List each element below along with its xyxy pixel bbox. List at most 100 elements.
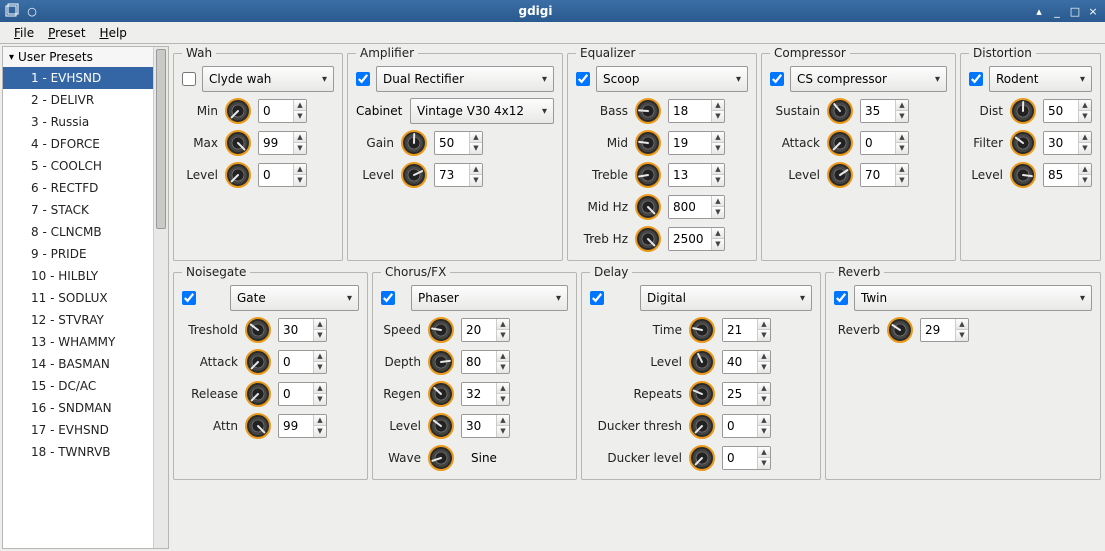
spin-up[interactable]: ▲ bbox=[712, 196, 724, 207]
dly-2-spinbox[interactable]: ▲▼ bbox=[722, 382, 771, 406]
dist-1-knob[interactable] bbox=[1010, 130, 1036, 156]
preset-item[interactable]: 14 - BASMAN bbox=[3, 353, 153, 375]
spin-up[interactable]: ▲ bbox=[497, 383, 509, 394]
minimize-button[interactable]: _ bbox=[1049, 3, 1065, 19]
amp-type-combo[interactable]: Dual Rectifier bbox=[376, 66, 554, 92]
spin-up[interactable]: ▲ bbox=[758, 415, 770, 426]
spin-down[interactable]: ▼ bbox=[712, 239, 724, 250]
spin-up[interactable]: ▲ bbox=[470, 164, 482, 175]
ng-3-knob[interactable] bbox=[245, 413, 271, 439]
spin-down[interactable]: ▼ bbox=[712, 111, 724, 122]
rollup-button[interactable]: ▴ bbox=[1031, 3, 1047, 19]
dly-0-input[interactable] bbox=[723, 319, 757, 341]
spin-down[interactable]: ▼ bbox=[1079, 111, 1091, 122]
spin-up[interactable]: ▲ bbox=[470, 132, 482, 143]
dist-0-input[interactable] bbox=[1044, 100, 1078, 122]
dist-1-input[interactable] bbox=[1044, 132, 1078, 154]
eq-0-input[interactable] bbox=[669, 100, 711, 122]
dly-1-input[interactable] bbox=[723, 351, 757, 373]
rev-0-input[interactable] bbox=[921, 319, 955, 341]
comp-1-knob[interactable] bbox=[827, 130, 853, 156]
spin-up[interactable]: ▲ bbox=[956, 319, 968, 330]
wah-0-knob[interactable] bbox=[225, 98, 251, 124]
fx-1-input[interactable] bbox=[462, 351, 496, 373]
comp-1-input[interactable] bbox=[861, 132, 895, 154]
spin-down[interactable]: ▼ bbox=[758, 426, 770, 437]
spin-up[interactable]: ▲ bbox=[758, 383, 770, 394]
preset-item[interactable]: 1 - EVHSND bbox=[3, 67, 153, 89]
dist-2-spinbox[interactable]: ▲▼ bbox=[1043, 163, 1092, 187]
ng-2-input[interactable] bbox=[279, 383, 313, 405]
spin-up[interactable]: ▲ bbox=[758, 319, 770, 330]
rev-0-knob[interactable] bbox=[887, 317, 913, 343]
ng-0-spinbox[interactable]: ▲▼ bbox=[278, 318, 327, 342]
wah-0-spinbox[interactable]: ▲▼ bbox=[258, 99, 307, 123]
eq-1-input[interactable] bbox=[669, 132, 711, 154]
sidebar-scrollbar[interactable] bbox=[153, 47, 168, 548]
amp-0-knob[interactable] bbox=[401, 130, 427, 156]
spin-down[interactable]: ▼ bbox=[758, 394, 770, 405]
dly-4-input[interactable] bbox=[723, 447, 757, 469]
sticky-icon[interactable]: ○ bbox=[24, 3, 40, 19]
dly-4-spinbox[interactable]: ▲▼ bbox=[722, 446, 771, 470]
amp-cabinet-combo[interactable]: Vintage V30 4x12 bbox=[410, 98, 554, 124]
spin-up[interactable]: ▲ bbox=[712, 132, 724, 143]
rev-enable-checkbox[interactable] bbox=[834, 291, 848, 305]
spin-up[interactable]: ▲ bbox=[712, 228, 724, 239]
eq-3-input[interactable] bbox=[669, 196, 711, 218]
spin-down[interactable]: ▼ bbox=[896, 143, 908, 154]
spin-down[interactable]: ▼ bbox=[294, 143, 306, 154]
comp-enable-checkbox[interactable] bbox=[770, 72, 784, 86]
spin-down[interactable]: ▼ bbox=[712, 207, 724, 218]
spin-up[interactable]: ▲ bbox=[314, 415, 326, 426]
preset-item[interactable]: 3 - Russia bbox=[3, 111, 153, 133]
spin-up[interactable]: ▲ bbox=[314, 351, 326, 362]
menu-help[interactable]: Help bbox=[94, 24, 133, 42]
dly-3-knob[interactable] bbox=[689, 413, 715, 439]
preset-item[interactable]: 5 - COOLCH bbox=[3, 155, 153, 177]
fx-3-knob[interactable] bbox=[428, 413, 454, 439]
amp-0-spinbox[interactable]: ▲▼ bbox=[434, 131, 483, 155]
spin-up[interactable]: ▲ bbox=[712, 164, 724, 175]
comp-1-spinbox[interactable]: ▲▼ bbox=[860, 131, 909, 155]
dly-2-knob[interactable] bbox=[689, 381, 715, 407]
comp-0-spinbox[interactable]: ▲▼ bbox=[860, 99, 909, 123]
spin-up[interactable]: ▲ bbox=[294, 164, 306, 175]
ng-enable-checkbox[interactable] bbox=[182, 291, 196, 305]
eq-4-input[interactable] bbox=[669, 228, 711, 250]
dly-4-knob[interactable] bbox=[689, 445, 715, 471]
fx-1-knob[interactable] bbox=[428, 349, 454, 375]
ng-type-combo[interactable]: Gate bbox=[230, 285, 359, 311]
spin-up[interactable]: ▲ bbox=[294, 100, 306, 111]
spin-down[interactable]: ▼ bbox=[1079, 143, 1091, 154]
spin-up[interactable]: ▲ bbox=[314, 383, 326, 394]
fx-2-input[interactable] bbox=[462, 383, 496, 405]
wah-enable-checkbox[interactable] bbox=[182, 72, 196, 86]
amp-1-spinbox[interactable]: ▲▼ bbox=[434, 163, 483, 187]
wah-2-knob[interactable] bbox=[225, 162, 251, 188]
wah-1-spinbox[interactable]: ▲▼ bbox=[258, 131, 307, 155]
rev-type-combo[interactable]: Twin bbox=[854, 285, 1092, 311]
spin-up[interactable]: ▲ bbox=[497, 351, 509, 362]
rev-0-spinbox[interactable]: ▲▼ bbox=[920, 318, 969, 342]
wah-1-knob[interactable] bbox=[225, 130, 251, 156]
spin-down[interactable]: ▼ bbox=[758, 362, 770, 373]
eq-1-spinbox[interactable]: ▲▼ bbox=[668, 131, 725, 155]
fx-3-input[interactable] bbox=[462, 415, 496, 437]
fx-3-spinbox[interactable]: ▲▼ bbox=[461, 414, 510, 438]
spin-down[interactable]: ▼ bbox=[896, 175, 908, 186]
eq-2-input[interactable] bbox=[669, 164, 711, 186]
eq-3-knob[interactable] bbox=[635, 194, 661, 220]
preset-item[interactable]: 11 - SODLUX bbox=[3, 287, 153, 309]
preset-item[interactable]: 9 - PRIDE bbox=[3, 243, 153, 265]
preset-item[interactable]: 7 - STACK bbox=[3, 199, 153, 221]
spin-down[interactable]: ▼ bbox=[497, 330, 509, 341]
comp-2-knob[interactable] bbox=[827, 162, 853, 188]
eq-2-spinbox[interactable]: ▲▼ bbox=[668, 163, 725, 187]
spin-up[interactable]: ▲ bbox=[314, 319, 326, 330]
sidebar-scroll-thumb[interactable] bbox=[156, 49, 166, 229]
spin-down[interactable]: ▼ bbox=[294, 175, 306, 186]
amp-1-input[interactable] bbox=[435, 164, 469, 186]
dist-enable-checkbox[interactable] bbox=[969, 72, 983, 86]
close-button[interactable]: × bbox=[1085, 3, 1101, 19]
